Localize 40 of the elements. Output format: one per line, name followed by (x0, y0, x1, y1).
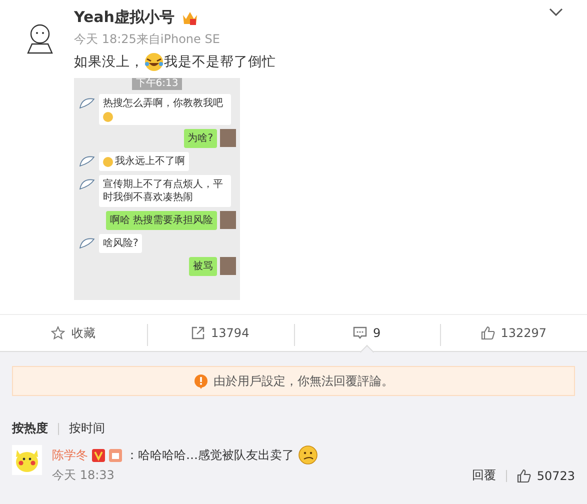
reply-link[interactable]: 回覆 (472, 467, 496, 484)
comment-text: ：哈哈哈哈…感觉被队友出卖了 (126, 446, 294, 464)
cartoon-avatar-drawing[interactable] (12, 445, 42, 475)
action-button[interactable]: 132297 (440, 315, 587, 351)
message-text: 被骂 (193, 260, 213, 273)
message-text: 啥风险? (103, 237, 138, 250)
share-icon (191, 326, 206, 340)
notice-text: 由於用戶設定，你無法回覆評論。 (214, 372, 394, 390)
avatar-photo (220, 257, 236, 275)
action-button[interactable]: 13794 (146, 315, 294, 351)
avatar-photo (220, 129, 236, 147)
sort-tab[interactable]: 按时间 (69, 420, 105, 437)
warning-icon (194, 374, 208, 388)
thumbs-up-icon (480, 326, 495, 340)
message-text: 宣传期上不了有点烦人，平时我倒不喜欢凑热闹 (103, 178, 224, 204)
message-text: 啊哈 热搜需要承担风险 (110, 214, 213, 227)
like-button[interactable]: 50723 (516, 468, 575, 482)
member-badge-icon (109, 448, 122, 462)
emoji-icon (103, 156, 113, 166)
comment-time: 今天 18:33 (52, 467, 116, 484)
verified-badge-icon (92, 448, 105, 462)
message-text: 热搜怎么弄啊，你教教我吧 (103, 97, 223, 110)
chat-screenshot[interactable]: 下午6:13 热搜怎么弄啊，你教教我吧 为啥? 我永远上不了啊 宣传期上不了有点烦人，平时我倒不喜欢凑热闹 啊哈 热搜需要承担风险 啥风险? 被骂 (74, 78, 240, 300)
laughing-crying-emoji-icon (144, 52, 164, 72)
action-button[interactable]: 收藏 (0, 315, 147, 351)
post-text: 如果没上， (74, 53, 144, 71)
post-text: 我是不是帮了倒忙 (164, 53, 276, 71)
comment-icon (353, 326, 368, 340)
emoji-icon (103, 112, 113, 122)
chevron-down-icon[interactable] (549, 8, 563, 16)
post-meta: 今天 18:25来自iPhone SE (74, 31, 221, 48)
star-icon (51, 326, 66, 340)
message-text: 我永远上不了啊 (115, 155, 185, 168)
chat-timestamp: 下午6:13 (132, 78, 182, 90)
crown-badge-icon (182, 10, 198, 26)
thumbs-up-icon (516, 468, 531, 482)
message-text: 为啥? (188, 132, 213, 145)
author-name[interactable]: Yeah虚拟小号 (74, 8, 174, 27)
avatar-photo (220, 211, 236, 229)
sort-tab[interactable]: 按热度 (12, 420, 48, 437)
